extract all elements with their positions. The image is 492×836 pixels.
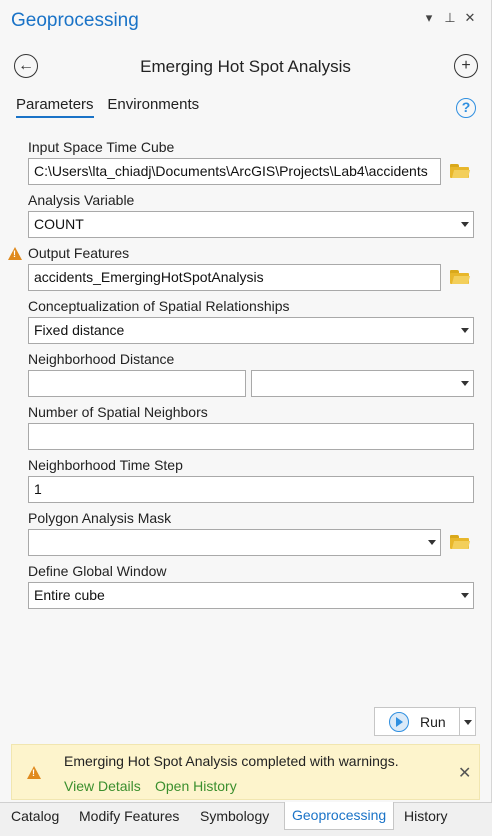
output-features-field[interactable]: accidents_EmergingHotSpotAnalysis <box>28 264 441 291</box>
neighborhood-distance-input[interactable] <box>28 370 246 397</box>
tab-geoprocessing[interactable]: Geoprocessing <box>284 802 395 830</box>
status-message-text: Emerging Hot Spot Analysis completed wit… <box>64 753 399 769</box>
pane-title-bar: Geoprocessing ▾ ⊥ ✕ <box>0 0 491 40</box>
run-label: Run <box>420 714 446 730</box>
input-cube-field[interactable]: C:\Users\lta_chiadj\Documents\ArcGIS\Pro… <box>28 158 441 185</box>
spatial-neighbors-label: Number of Spatial Neighbors <box>28 404 208 420</box>
analysis-variable-label: Analysis Variable <box>28 192 135 208</box>
tool-title: Emerging Hot Spot Analysis <box>140 57 351 76</box>
pin-icon[interactable]: ⊥ <box>442 10 458 26</box>
help-icon[interactable]: ? <box>456 98 476 118</box>
chevron-down-icon <box>461 222 469 227</box>
back-arrow-icon[interactable]: ← <box>14 54 38 78</box>
browse-folder-icon[interactable] <box>450 535 471 549</box>
bottom-pane-tabs: Catalog Modify Features Symbology Geopro… <box>0 802 492 836</box>
run-options-chevron-icon[interactable] <box>464 720 472 725</box>
tab-parameters[interactable]: Parameters <box>16 96 94 118</box>
tab-symbology[interactable]: Symbology <box>200 808 269 824</box>
chevron-down-icon <box>461 328 469 333</box>
close-pane-icon[interactable]: ✕ <box>462 10 478 26</box>
status-message-bar: ! Emerging Hot Spot Analysis completed w… <box>11 744 480 800</box>
input-cube-label: Input Space Time Cube <box>28 139 175 155</box>
analysis-variable-dropdown[interactable]: COUNT <box>28 211 474 238</box>
run-split-divider <box>459 708 460 735</box>
conceptualization-dropdown[interactable]: Fixed distance <box>28 317 474 344</box>
spatial-neighbors-input[interactable] <box>28 423 474 450</box>
global-window-value: Entire cube <box>34 587 105 603</box>
browse-folder-icon[interactable] <box>450 270 471 284</box>
distance-unit-dropdown[interactable] <box>251 370 474 397</box>
conceptualization-value: Fixed distance <box>34 322 125 338</box>
warning-icon: ! <box>27 766 41 779</box>
global-window-dropdown[interactable]: Entire cube <box>28 582 474 609</box>
chevron-down-icon <box>461 381 469 386</box>
tab-modify-features[interactable]: Modify Features <box>79 808 179 824</box>
output-features-value: accidents_EmergingHotSpotAnalysis <box>34 269 264 285</box>
warning-icon: ! <box>8 247 22 260</box>
dismiss-message-icon[interactable]: ✕ <box>458 763 471 783</box>
add-plus-icon[interactable]: + <box>454 54 478 78</box>
open-history-link[interactable]: Open History <box>155 778 237 794</box>
neighborhood-distance-label: Neighborhood Distance <box>28 351 175 367</box>
run-button[interactable]: Run <box>374 707 476 736</box>
tab-catalog[interactable]: Catalog <box>11 808 59 824</box>
output-features-label: Output Features <box>28 245 130 261</box>
analysis-variable-value: COUNT <box>34 216 84 232</box>
chevron-down-icon <box>461 593 469 598</box>
time-step-input[interactable]: 1 <box>28 476 474 503</box>
time-step-label: Neighborhood Time Step <box>28 457 183 473</box>
conceptualization-label: Conceptualization of Spatial Relationshi… <box>28 298 290 314</box>
global-window-label: Define Global Window <box>28 563 167 579</box>
input-cube-value: C:\Users\lta_chiadj\Documents\ArcGIS\Pro… <box>34 163 428 179</box>
tool-header: Emerging Hot Spot Analysis ← + <box>0 50 491 84</box>
tab-history[interactable]: History <box>404 808 448 824</box>
play-icon <box>389 712 409 732</box>
tab-environments[interactable]: Environments <box>107 96 199 116</box>
parameter-tabs: Parameters Environments <box>16 96 209 124</box>
polygon-mask-dropdown[interactable] <box>28 529 441 556</box>
pane-title: Geoprocessing <box>11 10 139 31</box>
polygon-mask-label: Polygon Analysis Mask <box>28 510 172 526</box>
pane-menu-icon[interactable]: ▾ <box>421 10 437 26</box>
chevron-down-icon <box>428 540 436 545</box>
geoprocessing-pane: Geoprocessing ▾ ⊥ ✕ Emerging Hot Spot An… <box>0 0 492 802</box>
browse-folder-icon[interactable] <box>450 164 471 178</box>
time-step-value: 1 <box>34 481 42 497</box>
view-details-link[interactable]: View Details <box>64 778 141 794</box>
